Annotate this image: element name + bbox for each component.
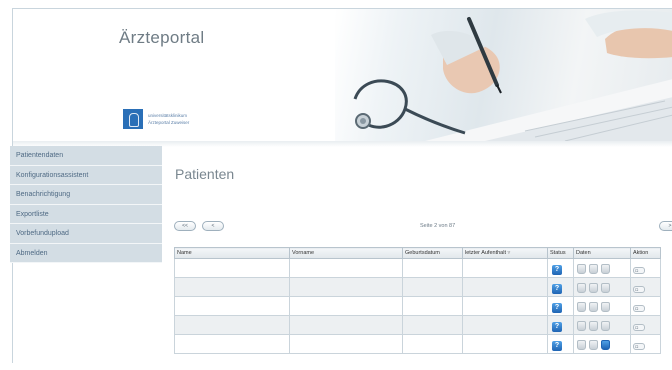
cell-status: ? xyxy=(547,315,574,335)
logo-line-2: Ärzteportal Zuweiser xyxy=(148,120,190,125)
cell-name xyxy=(174,258,290,278)
status-info-icon[interactable]: ? xyxy=(552,264,562,275)
cell-aktion: Ω xyxy=(630,315,661,335)
logo-text: universitätsklinikum Ärzteportal Zuweise… xyxy=(148,112,243,126)
cell-aktion: Ω xyxy=(630,296,661,316)
cell-aktion: Ω xyxy=(630,258,661,278)
cell-name xyxy=(174,277,290,297)
status-info-icon[interactable]: ? xyxy=(552,302,562,313)
action-icon[interactable]: Ω xyxy=(633,324,645,331)
table-row[interactable]: ? Ω xyxy=(174,296,661,316)
header: Ärzteportal universitätsklinikum Ärztepo… xyxy=(13,9,672,141)
sidebar-nav: Patientendaten Konfigurationsassistent B… xyxy=(10,146,162,263)
data-folder-icon[interactable] xyxy=(577,301,586,312)
page-title: Patienten xyxy=(175,166,235,182)
pager-first-button[interactable]: << xyxy=(174,221,196,231)
cell-daten xyxy=(573,315,631,335)
cell-geburtsdatum xyxy=(402,277,463,297)
data-folder-icon[interactable] xyxy=(589,263,598,274)
cell-vorname xyxy=(289,315,403,335)
sidebar-item-patientendaten[interactable]: Patientendaten xyxy=(10,146,162,166)
data-folder-icon[interactable] xyxy=(601,282,610,293)
table-header-row: Name Vorname Geburtsdatum letzter Aufent… xyxy=(174,247,661,259)
cell-vorname xyxy=(289,277,403,297)
column-header-vorname[interactable]: Vorname xyxy=(289,247,403,259)
sidebar-item-benachrichtigung[interactable]: Benachrichtigung xyxy=(10,185,162,205)
column-header-letzter-aufenthalt[interactable]: letzter Aufenthalt ▿ xyxy=(462,247,548,259)
table-row[interactable]: ? Ω xyxy=(174,334,661,354)
cell-geburtsdatum xyxy=(402,296,463,316)
logo-icon xyxy=(123,109,143,129)
cell-geburtsdatum xyxy=(402,334,463,354)
column-header-aktion[interactable]: Aktion xyxy=(630,247,661,259)
cell-daten xyxy=(573,277,631,297)
action-icon[interactable]: Ω xyxy=(633,286,645,293)
cell-vorname xyxy=(289,296,403,316)
action-icon[interactable]: Ω xyxy=(633,343,645,350)
sidebar-item-abmelden[interactable]: Abmelden xyxy=(10,243,162,263)
status-info-icon[interactable]: ? xyxy=(552,321,562,332)
table-row[interactable]: ? Ω xyxy=(174,277,661,297)
cell-daten xyxy=(573,296,631,316)
cell-geburtsdatum xyxy=(402,258,463,278)
cell-status: ? xyxy=(547,334,574,354)
cell-geburtsdatum xyxy=(402,315,463,335)
data-folder-icon[interactable] xyxy=(601,301,610,312)
cell-letzter-aufenthalt xyxy=(462,315,548,335)
column-header-geburtsdatum[interactable]: Geburtsdatum xyxy=(402,247,463,259)
institution-logo: universitätsklinikum Ärzteportal Zuweise… xyxy=(123,109,243,133)
portal-title: Ärzteportal xyxy=(119,28,205,47)
cell-status: ? xyxy=(547,258,574,278)
pager-next-button[interactable]: > xyxy=(659,221,672,231)
cell-letzter-aufenthalt xyxy=(462,258,548,278)
cell-vorname xyxy=(289,258,403,278)
status-info-icon[interactable]: ? xyxy=(552,283,562,294)
pager-status-text: Seite 2 von 87 xyxy=(420,223,456,229)
cell-name xyxy=(174,315,290,335)
column-header-status[interactable]: Status xyxy=(547,247,574,259)
header-photo xyxy=(335,9,672,141)
data-folder-icon-active[interactable] xyxy=(601,339,610,350)
filter-icon[interactable]: ▿ xyxy=(508,250,511,256)
cell-name xyxy=(174,334,290,354)
data-folder-icon[interactable] xyxy=(577,263,586,274)
data-folder-icon[interactable] xyxy=(589,339,598,350)
sidebar-item-vorbefundupload[interactable]: Vorbefundupload xyxy=(10,224,162,244)
sidebar-item-konfigurationsassistent[interactable]: Konfigurationsassistent xyxy=(10,165,162,185)
cell-letzter-aufenthalt xyxy=(462,296,548,316)
patients-table: Name Vorname Geburtsdatum letzter Aufent… xyxy=(174,247,661,354)
data-folder-icon[interactable] xyxy=(601,320,610,331)
cell-aktion: Ω xyxy=(630,277,661,297)
cell-daten xyxy=(573,258,631,278)
cell-status: ? xyxy=(547,277,574,297)
logo-line-1: universitätsklinikum xyxy=(148,113,188,118)
action-icon[interactable]: Ω xyxy=(633,305,645,312)
action-icon[interactable]: Ω xyxy=(633,267,645,274)
cell-daten xyxy=(573,334,631,354)
data-folder-icon[interactable] xyxy=(577,320,586,331)
column-header-letzter-aufenthalt-label: letzter Aufenthalt xyxy=(465,250,506,256)
cell-name xyxy=(174,296,290,316)
status-info-icon[interactable]: ? xyxy=(552,340,562,351)
cell-aktion: Ω xyxy=(630,334,661,354)
table-row[interactable]: ? Ω xyxy=(174,258,661,278)
cell-letzter-aufenthalt xyxy=(462,334,548,354)
cell-vorname xyxy=(289,334,403,354)
sidebar-item-exportliste[interactable]: Exportliste xyxy=(10,204,162,224)
doctor-writing-illustration xyxy=(353,10,672,141)
data-folder-icon[interactable] xyxy=(577,282,586,293)
data-folder-icon[interactable] xyxy=(589,282,598,293)
column-header-name[interactable]: Name xyxy=(174,247,290,259)
data-folder-icon[interactable] xyxy=(601,263,610,274)
cell-status: ? xyxy=(547,296,574,316)
column-header-daten[interactable]: Daten xyxy=(573,247,631,259)
data-folder-icon[interactable] xyxy=(589,320,598,331)
data-folder-icon[interactable] xyxy=(577,339,586,350)
data-folder-icon[interactable] xyxy=(589,301,598,312)
pager-prev-button[interactable]: < xyxy=(202,221,224,231)
table-row[interactable]: ? Ω xyxy=(174,315,661,335)
cell-letzter-aufenthalt xyxy=(462,277,548,297)
